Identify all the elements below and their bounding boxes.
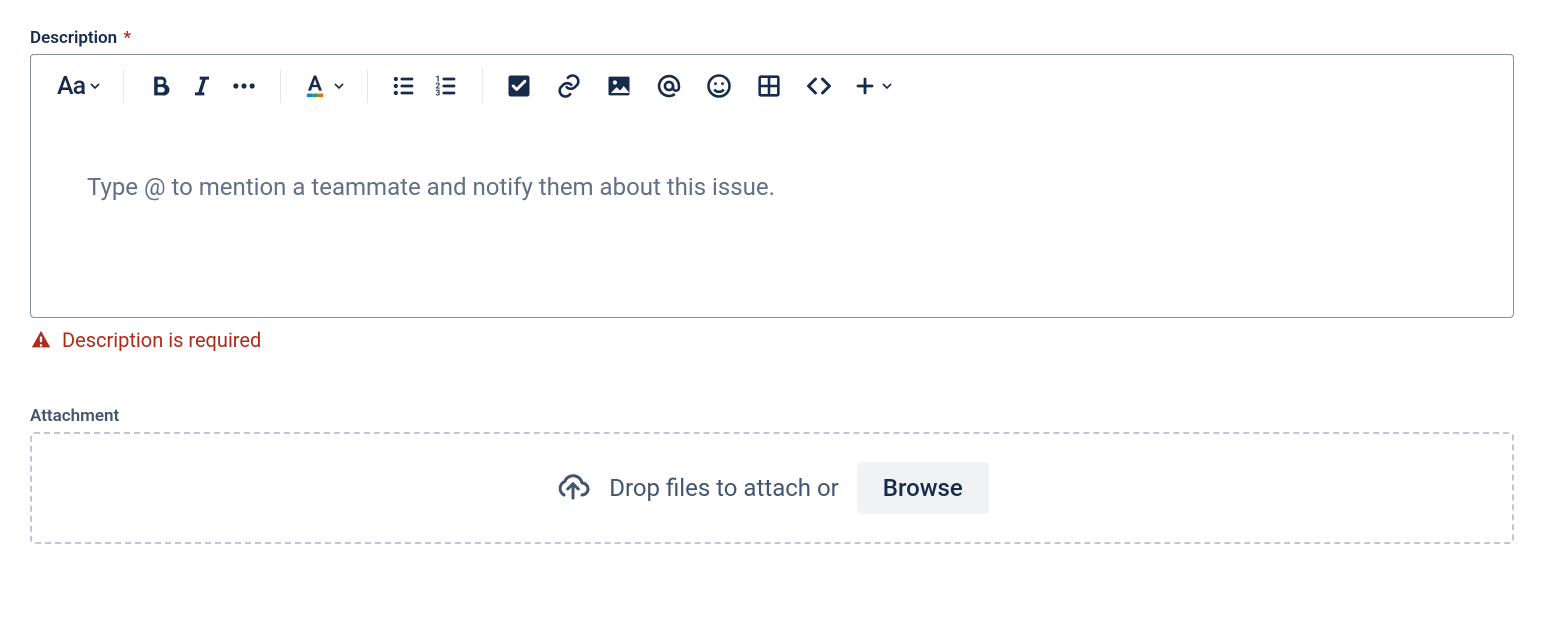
description-editor: Aa: [30, 54, 1514, 318]
text-color-icon: [301, 72, 329, 100]
bullet-list-icon: [390, 72, 418, 100]
bold-icon: [146, 72, 174, 100]
browse-button[interactable]: Browse: [857, 462, 989, 514]
numbered-list-button[interactable]: 123: [430, 70, 462, 102]
image-button[interactable]: [603, 70, 635, 102]
attachment-label: Attachment: [30, 406, 1514, 426]
toolbar-separator: [367, 69, 368, 103]
toolbar-separator: [482, 69, 483, 103]
emoji-button[interactable]: [703, 70, 735, 102]
chevron-down-icon: [87, 78, 103, 94]
emoji-icon: [705, 72, 733, 100]
description-error: Description is required: [30, 328, 1514, 352]
action-item-button[interactable]: [503, 70, 535, 102]
dropzone-text: Drop files to attach or: [609, 474, 839, 502]
text-style-label: Aa: [57, 74, 85, 99]
description-placeholder: Type @ to mention a teammate and notify …: [87, 173, 1457, 201]
text-style-dropdown[interactable]: Aa: [57, 70, 103, 102]
link-button[interactable]: [553, 70, 585, 102]
error-icon: [30, 329, 52, 351]
table-button[interactable]: [753, 70, 785, 102]
mention-icon: [655, 72, 683, 100]
editor-toolbar: Aa: [31, 55, 1513, 117]
table-icon: [755, 72, 783, 100]
mention-button[interactable]: [653, 70, 685, 102]
browse-button-label: Browse: [883, 474, 963, 502]
link-icon: [555, 72, 583, 100]
description-label: Description *: [30, 28, 1514, 48]
chevron-down-icon: [331, 78, 347, 94]
attachment-section: Attachment Drop files to attach or Brows…: [30, 406, 1514, 544]
code-icon: [805, 72, 833, 100]
attachment-dropzone[interactable]: Drop files to attach or Browse: [30, 432, 1514, 544]
description-error-text: Description is required: [62, 328, 261, 352]
more-formatting-button[interactable]: [228, 70, 260, 102]
chevron-down-icon: [879, 78, 895, 94]
checkbox-icon: [505, 72, 533, 100]
upload-icon: [555, 468, 591, 508]
description-label-text: Description: [30, 28, 117, 48]
more-icon: [230, 72, 258, 100]
image-icon: [605, 72, 633, 100]
numbered-list-icon: 123: [432, 72, 460, 100]
italic-icon: [188, 72, 216, 100]
bullet-list-button[interactable]: [388, 70, 420, 102]
description-textarea[interactable]: Type @ to mention a teammate and notify …: [31, 117, 1513, 317]
italic-button[interactable]: [186, 70, 218, 102]
toolbar-separator: [280, 69, 281, 103]
svg-text:3: 3: [436, 87, 441, 97]
insert-dropdown[interactable]: [853, 70, 895, 102]
plus-icon: [853, 74, 877, 98]
code-button[interactable]: [803, 70, 835, 102]
required-asterisk: *: [123, 28, 131, 48]
text-color-dropdown[interactable]: [301, 70, 347, 102]
toolbar-separator: [123, 69, 124, 103]
bold-button[interactable]: [144, 70, 176, 102]
